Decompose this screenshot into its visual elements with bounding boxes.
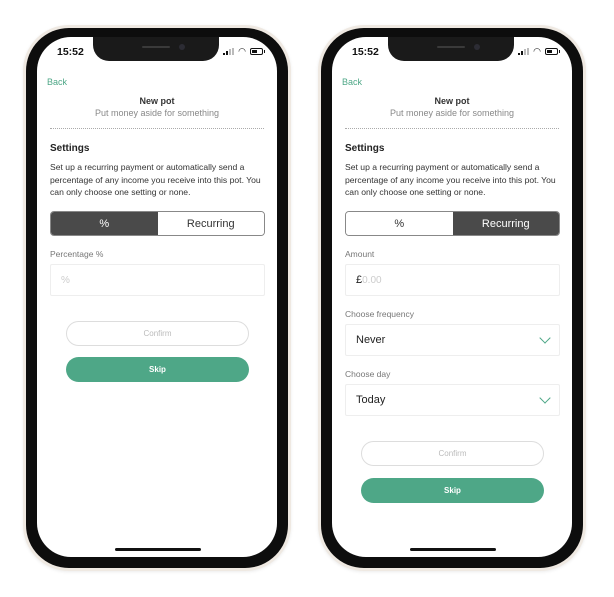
page-subtitle: Put money aside for something (389, 108, 515, 118)
percentage-label: Percentage % (50, 249, 104, 259)
status-icons: ◠ (223, 46, 265, 56)
home-indicator[interactable] (115, 548, 201, 551)
speaker-icon (437, 46, 465, 48)
skip-button[interactable]: Skip (66, 357, 249, 382)
day-select[interactable]: Today (345, 384, 560, 416)
amount-input[interactable]: £ 0.00 (345, 264, 560, 296)
battery-icon (250, 47, 265, 55)
phone-bezel: 15:52 ◠ Back New pot Put money aside for… (26, 28, 288, 568)
settings-description: Set up a recurring payment or automatica… (50, 162, 261, 197)
segment-percentage[interactable]: % (51, 212, 158, 235)
frequency-value: Never (356, 334, 386, 346)
notch (388, 37, 514, 61)
page-title: New pot (139, 96, 175, 106)
skip-button[interactable]: Skip (361, 478, 544, 503)
wifi-icon: ◠ (533, 46, 541, 56)
percentage-input[interactable]: % (50, 264, 265, 296)
confirm-button[interactable]: Confirm (361, 441, 544, 466)
frequency-select[interactable]: Never (345, 324, 560, 356)
status-time: 15:52 (57, 46, 84, 58)
segment-recurring[interactable]: Recurring (157, 212, 264, 235)
day-value: Today (356, 394, 386, 406)
settings-heading: Settings (345, 143, 385, 154)
screen-percentage: 15:52 ◠ Back New pot Put money aside for… (37, 37, 277, 557)
amount-placeholder: 0.00 (362, 274, 382, 286)
amount-label: Amount (345, 249, 375, 259)
segment-recurring[interactable]: Recurring (452, 212, 559, 235)
camera-icon (474, 44, 480, 50)
status-time: 15:52 (352, 46, 379, 58)
day-label: Choose day (345, 369, 391, 379)
page-title: New pot (434, 96, 470, 106)
screen-recurring: 15:52 ◠ Back New pot Put money aside for… (332, 37, 572, 557)
signal-icon (223, 47, 235, 55)
notch (93, 37, 219, 61)
back-link[interactable]: Back (47, 77, 67, 87)
speaker-icon (142, 46, 170, 48)
phone-frame-percentage: 15:52 ◠ Back New pot Put money aside for… (23, 25, 291, 571)
back-link[interactable]: Back (342, 77, 362, 87)
home-indicator[interactable] (410, 548, 496, 551)
page-subtitle: Put money aside for something (94, 108, 220, 118)
setting-type-segmented-control: % Recurring (50, 211, 265, 236)
frequency-label: Choose frequency (345, 309, 414, 319)
phone-bezel: 15:52 ◠ Back New pot Put money aside for… (321, 28, 583, 568)
segment-percentage[interactable]: % (346, 212, 453, 235)
status-icons: ◠ (518, 46, 560, 56)
wifi-icon: ◠ (238, 46, 246, 56)
header-divider (50, 128, 264, 129)
chevron-down-icon (539, 392, 551, 404)
signal-icon (518, 47, 530, 55)
settings-description: Set up a recurring payment or automatica… (345, 162, 556, 197)
phone-frame-recurring: 15:52 ◠ Back New pot Put money aside for… (318, 25, 586, 571)
chevron-down-icon (539, 332, 551, 344)
percentage-placeholder: % (61, 274, 70, 286)
settings-heading: Settings (50, 143, 90, 154)
setting-type-segmented-control: % Recurring (345, 211, 560, 236)
battery-icon (545, 47, 560, 55)
camera-icon (179, 44, 185, 50)
header-divider (345, 128, 559, 129)
confirm-button[interactable]: Confirm (66, 321, 249, 346)
